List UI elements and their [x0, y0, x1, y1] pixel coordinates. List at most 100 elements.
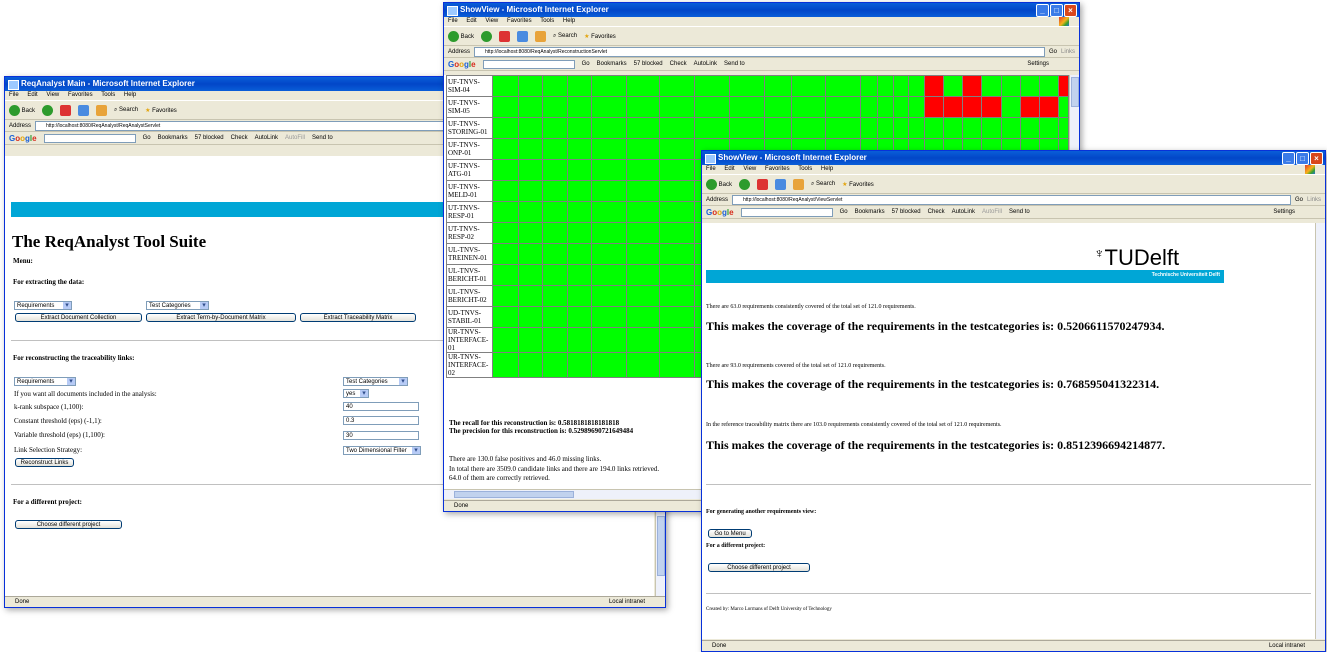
strategy-select[interactable]: Two Dimensional Filter — [343, 446, 421, 455]
autofill-button[interactable]: AutoFill — [982, 209, 1002, 215]
const-threshold-input[interactable]: 0.3 — [343, 416, 419, 425]
address-input[interactable]: http://localhost:8080/ReqAnalyst/ViewSer… — [732, 194, 1291, 205]
all-docs-select[interactable]: yes — [343, 389, 369, 398]
go-button[interactable]: Go — [1295, 197, 1303, 203]
address-input[interactable]: http://localhost:8080/ReqAnalyst/Reconst… — [474, 46, 1045, 57]
search-button[interactable]: ⌕ Search — [811, 181, 835, 188]
check-button[interactable]: Check — [670, 61, 687, 67]
sendto-button[interactable]: Send to — [312, 135, 333, 141]
autofill-button[interactable]: AutoFill — [285, 135, 305, 141]
refresh-icon[interactable] — [775, 178, 787, 190]
back-button[interactable]: Back — [448, 30, 474, 42]
scrollbar-thumb[interactable] — [454, 491, 574, 498]
favorites-button[interactable]: ★ Favorites — [842, 181, 874, 188]
menu-tools[interactable]: Tools — [101, 92, 115, 98]
menu-favorites[interactable]: Favorites — [68, 92, 93, 98]
popup-blocked[interactable]: 57 blocked — [634, 61, 663, 67]
home-icon[interactable] — [535, 30, 547, 42]
recon-testcategories-select[interactable]: Test Categories — [343, 377, 408, 386]
google-toolbar: Google Go Bookmarks 57 blocked Check Aut… — [702, 206, 1325, 219]
favorites-button[interactable]: ★ Favorites — [584, 33, 616, 40]
reconstruct-links-button[interactable]: Reconstruct Links — [15, 458, 74, 467]
choose-different-project-button[interactable]: Choose different project — [15, 520, 122, 529]
ie-icon — [447, 6, 458, 16]
menu-file[interactable]: File — [448, 18, 458, 24]
google-go-button[interactable]: Go — [582, 61, 590, 67]
google-search-input[interactable] — [43, 133, 136, 143]
recon-requirements-select[interactable]: Requirements — [14, 377, 76, 386]
google-go-button[interactable]: Go — [840, 209, 848, 215]
menu-favorites[interactable]: Favorites — [765, 166, 790, 172]
minimize-button[interactable]: _ — [1282, 152, 1295, 165]
home-icon[interactable] — [96, 104, 108, 116]
extract-document-collection-button[interactable]: Extract Document Collection — [15, 313, 142, 322]
menu-edit[interactable]: Edit — [27, 92, 37, 98]
autolink-button[interactable]: AutoLink — [255, 135, 278, 141]
menu-help[interactable]: Help — [124, 92, 136, 98]
autolink-button[interactable]: AutoLink — [952, 209, 975, 215]
links-label[interactable]: Links — [1307, 197, 1321, 203]
menu-view[interactable]: View — [485, 18, 498, 24]
extract-term-by-document-button[interactable]: Extract Term-by-Document Matrix — [146, 313, 296, 322]
google-go-button[interactable]: Go — [143, 135, 151, 141]
minimize-button[interactable]: _ — [1036, 4, 1049, 17]
autolink-button[interactable]: AutoLink — [694, 61, 717, 67]
forward-icon[interactable] — [739, 178, 751, 190]
sendto-button[interactable]: Send to — [1009, 209, 1030, 215]
refresh-icon[interactable] — [517, 30, 529, 42]
vertical-scrollbar[interactable] — [1315, 223, 1325, 639]
bookmarks-button[interactable]: Bookmarks — [855, 209, 885, 215]
menu-edit[interactable]: Edit — [724, 166, 734, 172]
settings-button[interactable]: Settings — [1273, 209, 1295, 215]
bookmarks-button[interactable]: Bookmarks — [158, 135, 188, 141]
close-button[interactable]: × — [1310, 152, 1323, 165]
menu-favorites[interactable]: Favorites — [507, 18, 532, 24]
title-bar[interactable]: ShowView - Microsoft Internet Explorer _… — [702, 151, 1325, 165]
forward-icon[interactable] — [481, 30, 493, 42]
search-button[interactable]: ⌕ Search — [114, 107, 138, 114]
extract-testcategories-select[interactable]: Test Categories — [146, 301, 209, 310]
search-button[interactable]: ⌕ Search — [553, 33, 577, 40]
favorites-button[interactable]: ★ Favorites — [145, 107, 177, 114]
home-icon[interactable] — [793, 178, 805, 190]
links-label[interactable]: Links — [1061, 49, 1075, 55]
scrollbar-thumb[interactable] — [1071, 77, 1079, 107]
menu-view[interactable]: View — [46, 92, 59, 98]
stop-icon[interactable] — [60, 104, 72, 116]
menu-help[interactable]: Help — [821, 166, 833, 172]
scrollbar-thumb[interactable] — [657, 516, 665, 576]
go-to-menu-button[interactable]: Go to Menu — [708, 529, 752, 538]
google-search-input[interactable] — [740, 207, 833, 217]
extract-requirements-select[interactable]: Requirements — [14, 301, 72, 310]
var-threshold-input[interactable]: 30 — [343, 431, 419, 440]
menu-view[interactable]: View — [743, 166, 756, 172]
choose-different-project-button[interactable]: Choose different project — [708, 563, 810, 572]
title-bar[interactable]: ShowView - Microsoft Internet Explorer _… — [444, 3, 1079, 17]
menu-tools[interactable]: Tools — [540, 18, 554, 24]
google-search-input[interactable] — [482, 59, 575, 69]
stop-icon[interactable] — [499, 30, 511, 42]
forward-icon[interactable] — [42, 104, 54, 116]
refresh-icon[interactable] — [78, 104, 90, 116]
back-button[interactable]: Back — [706, 178, 732, 190]
menu-file[interactable]: File — [9, 92, 19, 98]
go-button[interactable]: Go — [1049, 49, 1057, 55]
extract-traceability-matrix-button[interactable]: Extract Traceability Matrix — [300, 313, 416, 322]
menu-tools[interactable]: Tools — [798, 166, 812, 172]
krank-input[interactable]: 40 — [343, 402, 419, 411]
sendto-button[interactable]: Send to — [724, 61, 745, 67]
popup-blocked[interactable]: 57 blocked — [195, 135, 224, 141]
bookmarks-button[interactable]: Bookmarks — [597, 61, 627, 67]
menu-help[interactable]: Help — [563, 18, 575, 24]
close-button[interactable]: × — [1064, 4, 1077, 17]
maximize-button[interactable]: □ — [1050, 4, 1063, 17]
menu-file[interactable]: File — [706, 166, 716, 172]
menu-edit[interactable]: Edit — [466, 18, 476, 24]
stop-icon[interactable] — [757, 178, 769, 190]
popup-blocked[interactable]: 57 blocked — [892, 209, 921, 215]
maximize-button[interactable]: □ — [1296, 152, 1309, 165]
settings-button[interactable]: Settings — [1027, 61, 1049, 67]
check-button[interactable]: Check — [231, 135, 248, 141]
check-button[interactable]: Check — [928, 209, 945, 215]
back-button[interactable]: Back — [9, 104, 35, 116]
